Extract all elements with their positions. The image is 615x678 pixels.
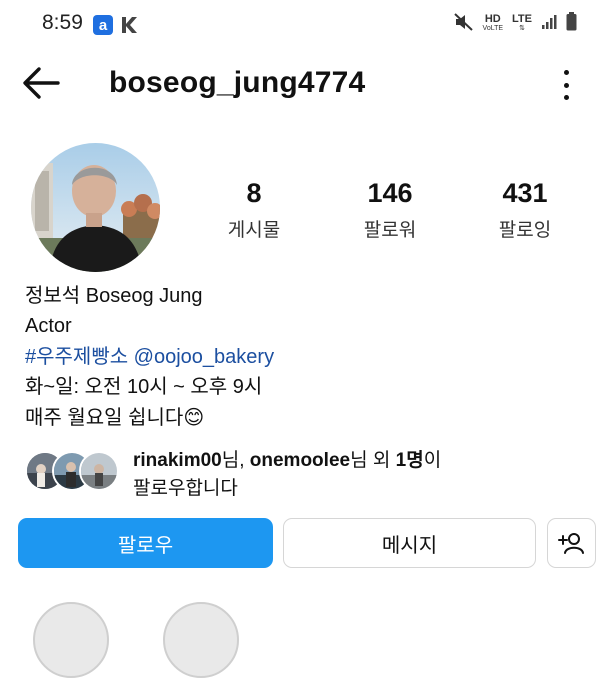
add-person-icon — [557, 533, 584, 554]
app-notification-icon: a — [93, 15, 113, 35]
status-icons: HD VoLTE LTE ⇅ — [453, 12, 577, 36]
mute-icon — [453, 12, 474, 36]
followers-number: 146 — [367, 178, 413, 208]
profile-username: boseog_jung4774 — [109, 66, 366, 99]
story-highlight[interactable] — [163, 602, 239, 678]
mutual-followers-avatars[interactable] — [25, 451, 125, 491]
bio-closed-text: 매주 월요일 쉽니다 — [25, 407, 184, 429]
volte-indicator: HD VoLTE — [482, 13, 504, 33]
posts-number: 8 — [246, 178, 262, 208]
bio-hours: 화~일: 오전 10시 ~ 오후 9시 — [25, 376, 263, 398]
k-app-notification-icon — [119, 15, 139, 35]
following-count[interactable]: 431 팔로잉 — [470, 176, 580, 242]
bio-display-name: 정보석 Boseog Jung — [25, 285, 203, 307]
message-button[interactable]: 메시지 — [283, 518, 536, 568]
suggested-accounts-button[interactable] — [547, 518, 596, 568]
lte-indicator: LTE ⇅ — [512, 13, 532, 33]
followers-count[interactable]: 146 팔로워 — [335, 176, 445, 242]
story-highlight[interactable] — [33, 602, 109, 678]
posts-count[interactable]: 8 게시물 — [199, 176, 309, 242]
followed-by-text[interactable]: rinakim00님, onemoolee님 외 1명이 팔로우합니다 — [133, 447, 441, 503]
bio-closed-days: 매주 월요일 쉽니다😊 — [25, 403, 204, 433]
mutual-avatar — [79, 451, 119, 491]
smile-emoji-icon: 😊 — [183, 407, 205, 429]
bio-category: Actor — [25, 315, 72, 337]
following-label: 팔로잉 — [498, 220, 552, 241]
follow-button[interactable]: 팔로우 — [18, 518, 273, 568]
following-number: 431 — [502, 178, 548, 208]
status-time: 8:59 — [42, 11, 83, 34]
more-options-icon[interactable] — [559, 70, 573, 100]
signal-icon — [541, 14, 557, 35]
followers-label: 팔로워 — [363, 220, 417, 241]
profile-avatar[interactable] — [31, 143, 160, 272]
back-button[interactable] — [22, 66, 60, 105]
posts-label: 게시물 — [227, 220, 281, 241]
bio-hashtag-mention-link[interactable]: #우주제빵소 @oojoo_bakery — [25, 342, 274, 372]
back-arrow-icon — [23, 67, 60, 99]
battery-icon — [566, 12, 577, 36]
